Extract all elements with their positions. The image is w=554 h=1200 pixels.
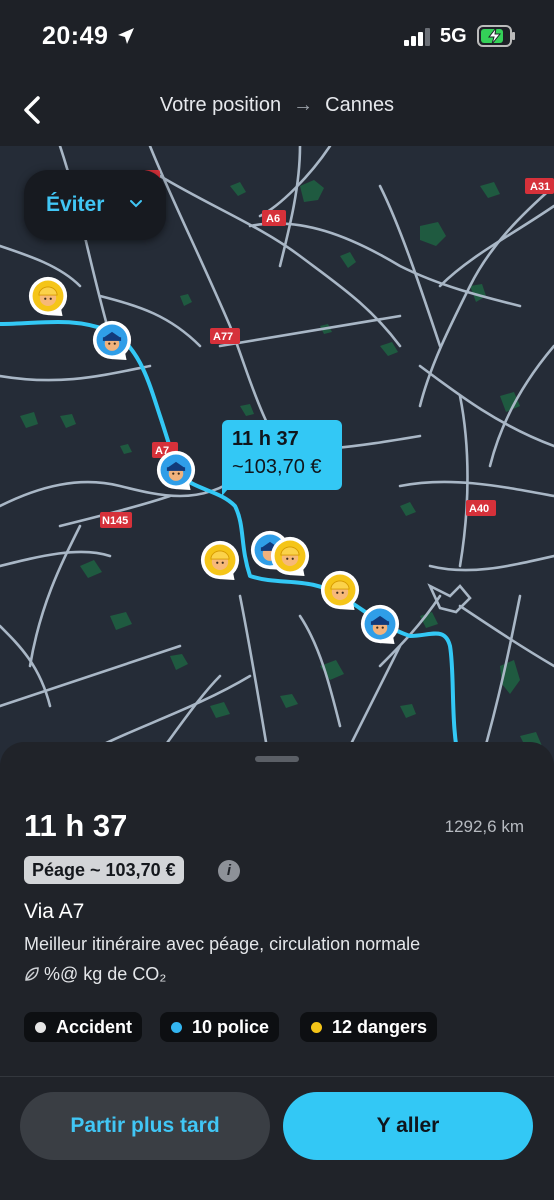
- bubble-tail: [222, 482, 234, 496]
- toll-badge: Péage ~ 103,70 €: [24, 856, 184, 884]
- eta-bubble[interactable]: 11 h 37 ~103,70 €: [222, 420, 342, 496]
- dangers-chip-label: 12 dangers: [332, 1017, 428, 1037]
- police-chip[interactable]: 10 police: [160, 1012, 280, 1042]
- route-description: Meilleur itinéraire avec péage, circulat…: [24, 934, 421, 954]
- hazard-alert-icon[interactable]: [28, 276, 68, 316]
- eta-bubble-time: 11 h 37: [232, 428, 299, 450]
- co2-row: %@ kg de CO₂: [24, 964, 166, 985]
- hazard-alert-icon[interactable]: [320, 570, 360, 610]
- svg-text:A77: A77: [213, 331, 233, 343]
- clock: 20:49: [42, 22, 109, 50]
- arrival-time: 11 h 37: [24, 808, 128, 843]
- dangers-chip[interactable]: 12 dangers: [300, 1012, 438, 1042]
- leaf-icon: [25, 967, 39, 981]
- network-type: 5G: [440, 25, 467, 47]
- route-header: Votre position → Cannes: [0, 74, 554, 146]
- police-dot-icon: [171, 1022, 182, 1033]
- chevron-down-icon: [130, 200, 142, 208]
- hazard-alert-icon[interactable]: [270, 536, 310, 576]
- police-chip-label: 10 police: [192, 1017, 270, 1037]
- route-details-sheet: 11 h 37 1292,6 km Péage ~ 103,70 € i Via…: [0, 742, 554, 1200]
- go-button[interactable]: Y aller: [283, 1092, 533, 1160]
- eta-bubble-price: ~103,70 €: [232, 456, 322, 478]
- svg-text:A31: A31: [530, 181, 550, 193]
- avoid-dropdown[interactable]: Éviter: [24, 170, 166, 240]
- hazard-alert-icon[interactable]: [200, 540, 240, 580]
- leave-later-button[interactable]: Partir plus tard: [20, 1092, 270, 1160]
- status-bar: 20:49 5G: [0, 0, 554, 74]
- accident-dot-icon: [35, 1022, 46, 1033]
- location-arrow-icon: [118, 28, 134, 44]
- accident-chip-label: Accident: [56, 1017, 133, 1037]
- accident-chip[interactable]: Accident: [24, 1012, 143, 1042]
- via-road: Via A7: [24, 900, 85, 923]
- police-alert-icon[interactable]: [156, 450, 196, 490]
- police-alert-icon[interactable]: [360, 604, 400, 644]
- route-title: Votre position → Cannes: [0, 94, 554, 117]
- divider: [0, 1076, 554, 1077]
- route-distance: 1292,6 km: [444, 817, 524, 836]
- svg-text:N145: N145: [102, 515, 128, 527]
- origin-label: Votre position: [159, 94, 282, 116]
- svg-text:A40: A40: [469, 503, 489, 515]
- arrow-right-icon: →: [293, 94, 314, 116]
- danger-dot-icon: [311, 1022, 322, 1033]
- info-icon[interactable]: i: [218, 860, 240, 882]
- co2-label: %@ kg de CO₂: [44, 964, 167, 984]
- cellular-signal-icon: [404, 28, 430, 46]
- battery-charging-icon: [477, 25, 515, 47]
- destination-label: Cannes: [325, 94, 395, 116]
- sheet-drag-handle[interactable]: [255, 756, 299, 762]
- svg-text:A6: A6: [266, 213, 280, 225]
- police-alert-icon[interactable]: [92, 320, 132, 360]
- avoid-label: Éviter: [46, 193, 105, 216]
